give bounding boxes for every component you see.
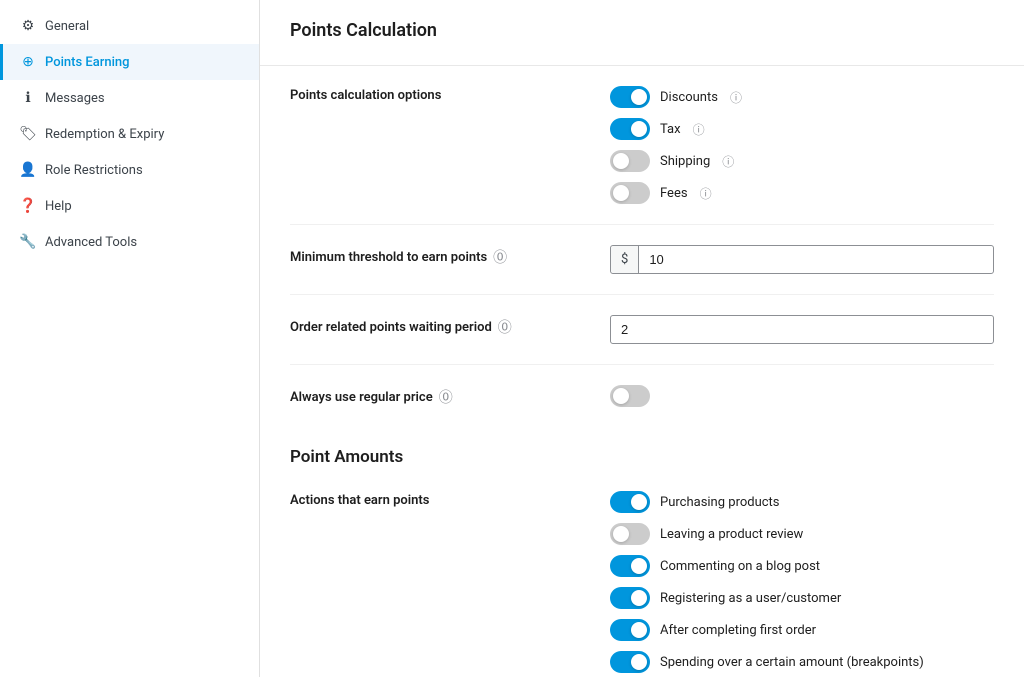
calc-options-row: Points calculation options Discounts ⓘ T… [290,66,994,225]
sidebar-icon-help: ❓ [19,198,37,214]
sidebar-icon-general: ⚙ [19,18,37,34]
toggle-label-discounts: Discounts [660,90,718,105]
regular-price-controls [610,385,994,407]
sidebar-item-help[interactable]: ❓ Help [0,188,259,224]
min-threshold-help-icon[interactable]: ⓪ [493,247,507,267]
help-icon-fees[interactable]: ⓘ [700,185,712,202]
min-threshold-label: Minimum threshold to earn points [290,250,487,265]
min-threshold-label-col: Minimum threshold to earn points ⓪ [290,245,610,267]
sidebar-item-general[interactable]: ⚙ General [0,8,259,44]
toggle-row-fees: Fees ⓘ [610,182,994,204]
toggle-purchasing[interactable] [610,491,650,513]
main-content: Points Calculation Points calculation op… [260,0,1024,677]
regular-price-label-col: Always use regular price ⓪ [290,385,610,407]
point-amounts-title: Point Amounts [260,427,1024,471]
actions-earn-label-col: Actions that earn points [290,491,610,508]
toggle-registering[interactable] [610,587,650,609]
sidebar-label-points-earning: Points Earning [45,55,130,70]
toggle-row-tax: Tax ⓘ [610,118,994,140]
toggle-row-discounts: Discounts ⓘ [610,86,994,108]
toggle-label-fees: Fees [660,186,688,201]
toggle-row-shipping: Shipping ⓘ [610,150,994,172]
regular-price-label: Always use regular price [290,390,433,405]
sidebar-label-redemption-expiry: Redemption & Expiry [45,127,164,142]
sidebar-label-help: Help [45,199,72,214]
min-threshold-row: Minimum threshold to earn points ⓪ $ [290,225,994,295]
sidebar-item-redemption-expiry[interactable]: 🏷 Redemption & Expiry [0,116,259,152]
sidebar-icon-role-restrictions: 👤 [19,162,37,178]
toggle-row-purchasing: Purchasing products [610,491,994,513]
calc-options-label-col: Points calculation options [290,86,610,103]
toggle-row-breakpoints: Spending over a certain amount (breakpoi… [610,651,994,673]
sidebar-icon-advanced-tools: 🔧 [19,234,37,250]
toggle-label-registering: Registering as a user/customer [660,591,841,606]
toggle-fees[interactable] [610,182,650,204]
sidebar-label-messages: Messages [45,91,105,106]
sidebar-label-general: General [45,19,89,34]
regular-price-toggle[interactable] [610,385,650,407]
waiting-period-input[interactable] [610,315,994,344]
toggle-label-purchasing: Purchasing products [660,495,780,510]
toggle-row-blog: Commenting on a blog post [610,555,994,577]
toggle-tax[interactable] [610,118,650,140]
waiting-period-help-icon[interactable]: ⓪ [498,317,512,337]
sidebar-item-advanced-tools[interactable]: 🔧 Advanced Tools [0,224,259,260]
regular-price-help-icon[interactable]: ⓪ [439,387,453,407]
sidebar-icon-points-earning: ⊕ [19,54,37,70]
toggle-row-review: Leaving a product review [610,523,994,545]
waiting-period-controls [610,315,994,344]
section-title: Points Calculation [290,20,994,41]
sidebar-icon-messages: ℹ [19,90,37,106]
help-icon-shipping[interactable]: ⓘ [722,153,734,170]
sidebar-label-role-restrictions: Role Restrictions [45,163,143,178]
toggle-label-shipping: Shipping [660,154,710,169]
toggle-row-first-order: After completing first order [610,619,994,641]
toggle-label-review: Leaving a product review [660,527,803,542]
toggle-label-tax: Tax [660,122,681,137]
toggle-shipping[interactable] [610,150,650,172]
toggle-label-breakpoints: Spending over a certain amount (breakpoi… [660,655,924,670]
min-threshold-input[interactable] [639,246,993,273]
toggle-blog[interactable] [610,555,650,577]
sidebar: ⚙ General ⊕ Points Earning ℹ Messages 🏷 Redempt… [0,0,260,677]
help-icon-tax[interactable]: ⓘ [693,121,705,138]
waiting-period-label: Order related points waiting period [290,320,492,335]
sidebar-item-points-earning[interactable]: ⊕ Points Earning [0,44,259,80]
min-threshold-controls: $ [610,245,994,274]
toggle-first-order[interactable] [610,619,650,641]
actions-earn-controls: Purchasing products Leaving a product re… [610,491,994,677]
regular-price-row: Always use regular price ⓪ [290,365,994,427]
toggle-label-first-order: After completing first order [660,623,816,638]
help-icon-discounts[interactable]: ⓘ [730,89,742,106]
toggle-row-registering: Registering as a user/customer [610,587,994,609]
sidebar-item-role-restrictions[interactable]: 👤 Role Restrictions [0,152,259,188]
min-threshold-prefix: $ [611,246,639,273]
waiting-period-row: Order related points waiting period ⓪ [290,295,994,365]
toggle-breakpoints[interactable] [610,651,650,673]
points-calculation-section: Points Calculation [260,0,1024,66]
sidebar-item-messages[interactable]: ℹ Messages [0,80,259,116]
toggle-discounts[interactable] [610,86,650,108]
toggle-label-blog: Commenting on a blog post [660,559,820,574]
sidebar-icon-redemption-expiry: 🏷 [19,126,37,142]
actions-earn-label: Actions that earn points [290,493,429,508]
calc-options-controls: Discounts ⓘ Tax ⓘ Shipping ⓘ Fees ⓘ [610,86,994,204]
sidebar-label-advanced-tools: Advanced Tools [45,235,137,250]
toggle-review[interactable] [610,523,650,545]
min-threshold-input-group: $ [610,245,994,274]
calc-options-label: Points calculation options [290,88,441,103]
waiting-period-label-col: Order related points waiting period ⓪ [290,315,610,337]
actions-earn-row: Actions that earn points Purchasing prod… [290,471,994,677]
